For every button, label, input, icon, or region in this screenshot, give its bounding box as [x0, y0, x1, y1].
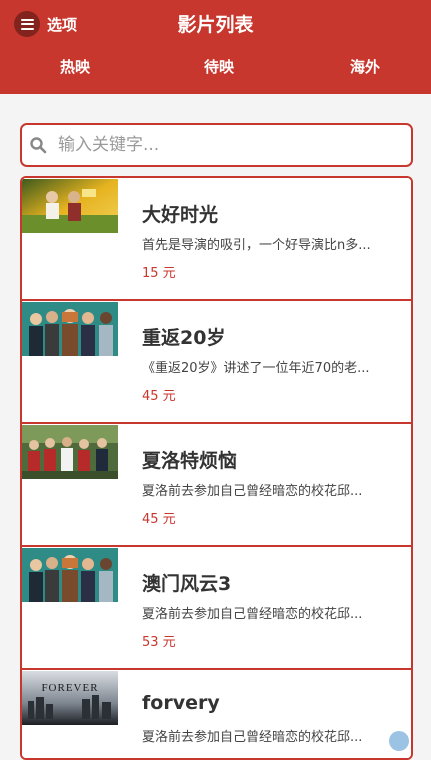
page-title: 影片列表	[177, 14, 254, 36]
movie-title: 重返20岁	[142, 327, 226, 349]
movie-price: 45 元	[142, 389, 176, 404]
tab-bar: 热映 待映 海外	[0, 56, 431, 86]
search-input[interactable]	[56, 134, 400, 156]
movie-list: 大好时光 首先是导演的吸引，一个好导演比n多... 15 元 重返20岁 《重返…	[20, 176, 413, 760]
movie-item[interactable]: 夏洛特烦恼 夏洛前去参加自己曾经暗恋的校花邱... 45 元	[22, 424, 411, 547]
movie-description: 夏洛前去参加自己曾经暗恋的校花邱...	[142, 484, 363, 499]
search-icon	[30, 137, 47, 154]
movie-poster	[22, 425, 118, 479]
movie-description: 《重返20岁》讲述了一位年近70的老...	[142, 361, 370, 376]
poster-title-text: FOREVER	[41, 682, 98, 694]
movie-poster	[22, 302, 118, 356]
movie-item[interactable]: 澳门风云3 夏洛前去参加自己曾经暗恋的校花邱... 53 元	[22, 547, 411, 670]
movie-title: 夏洛特烦恼	[142, 450, 238, 472]
movie-poster	[22, 548, 118, 602]
movie-price: 53 元	[142, 635, 176, 650]
search-bar	[20, 123, 413, 167]
movie-price: 45 元	[142, 512, 176, 527]
tab-coming-soon[interactable]: 待映	[179, 56, 259, 77]
movie-title: forvery	[142, 692, 220, 714]
movie-title: 大好时光	[142, 204, 219, 226]
tab-overseas[interactable]: 海外	[325, 56, 405, 77]
movie-item[interactable]: 重返20岁 《重返20岁》讲述了一位年近70的老... 45 元	[22, 301, 411, 424]
movie-item[interactable]: FOREVER forvery 夏洛前去参加自己曾经暗恋的校花邱...	[22, 670, 411, 758]
movie-title: 澳门风云3	[142, 573, 232, 595]
movie-poster: FOREVER	[22, 671, 118, 725]
movie-poster	[22, 179, 118, 233]
app-header: 选项 影片列表 热映 待映 海外	[0, 0, 431, 94]
movie-description: 夏洛前去参加自己曾经暗恋的校花邱...	[142, 607, 363, 622]
tab-now-showing[interactable]: 热映	[35, 56, 115, 77]
scroll-handle[interactable]	[389, 731, 409, 751]
movie-item[interactable]: 大好时光 首先是导演的吸引，一个好导演比n多... 15 元	[22, 178, 411, 301]
movie-description: 首先是导演的吸引，一个好导演比n多...	[142, 238, 371, 253]
movie-price: 15 元	[142, 266, 176, 281]
movie-description: 夏洛前去参加自己曾经暗恋的校花邱...	[142, 730, 363, 745]
